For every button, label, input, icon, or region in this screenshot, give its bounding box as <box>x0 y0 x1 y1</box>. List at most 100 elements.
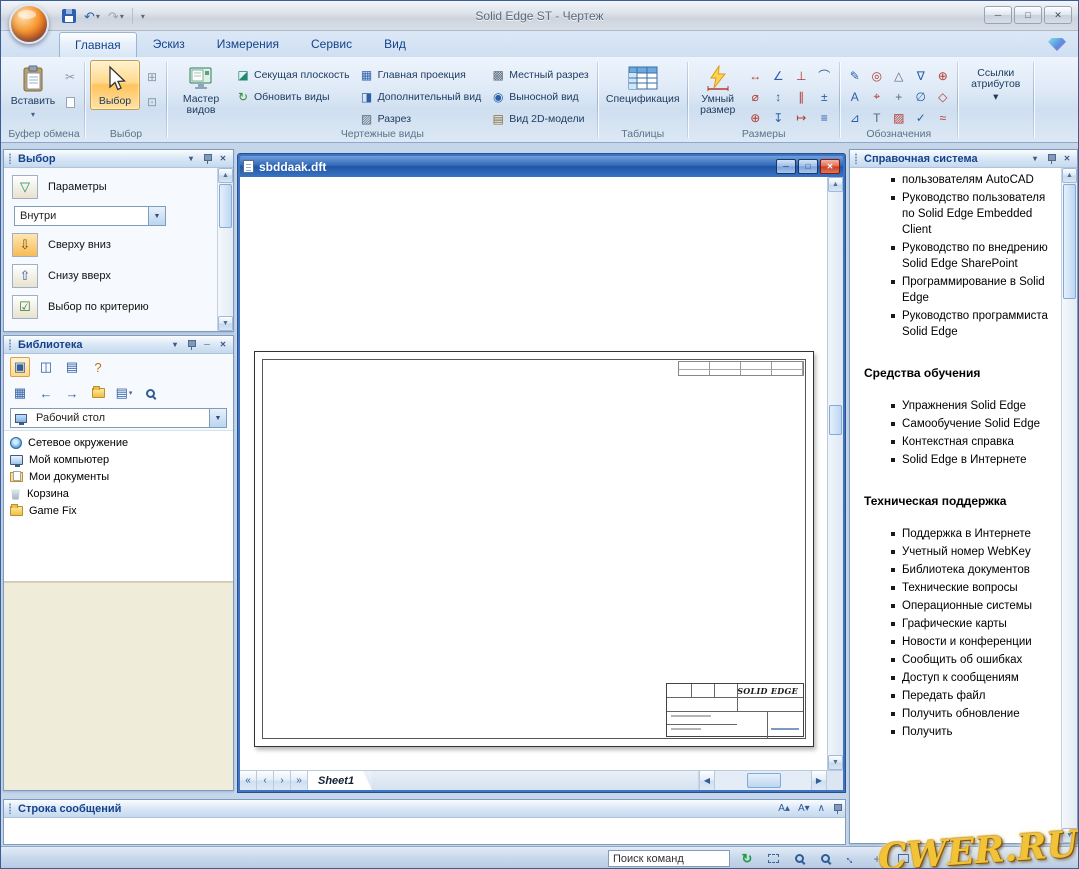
auxiliary-view-button[interactable]: ◨ Дополнительный вид <box>356 86 486 107</box>
ribbon-tab[interactable]: Измерения <box>201 31 295 57</box>
scroll-right-icon[interactable] <box>811 771 827 790</box>
edge-symbol-icon[interactable]: ⊿ <box>845 108 865 127</box>
maximize-button[interactable] <box>1014 6 1042 24</box>
collapse-icon[interactable] <box>818 803 825 814</box>
datum-dimension-icon[interactable]: ↦ <box>791 108 812 127</box>
window-view-icon[interactable] <box>894 850 912 868</box>
area-select-icon[interactable] <box>764 850 782 868</box>
symbol-icon[interactable]: ✓ <box>911 108 931 127</box>
scroll-down-icon[interactable] <box>828 755 843 770</box>
document-horizontal-scrollbar[interactable] <box>699 771 827 790</box>
smart-dimension-button[interactable]: Умный размер <box>693 60 743 119</box>
bolt-circle-icon[interactable]: ◇ <box>933 87 953 106</box>
help-link[interactable]: пользователям AutoCAD <box>890 172 1059 188</box>
stacked-dimension-icon[interactable]: ≡ <box>814 108 835 127</box>
help-link[interactable]: Передать файл <box>890 688 1059 704</box>
bom-table-button[interactable]: Спецификация <box>603 60 683 108</box>
help-link[interactable]: Сообщить об ошибках <box>890 652 1059 668</box>
close-button[interactable] <box>1044 6 1072 24</box>
previous-sheet-button[interactable] <box>257 771 274 790</box>
panel-grip[interactable] <box>854 153 859 164</box>
command-search-go-icon[interactable] <box>738 850 756 868</box>
fit-view-icon[interactable] <box>842 850 860 868</box>
feature-control-frame-icon[interactable]: ⊕ <box>933 66 953 85</box>
panel-grip[interactable] <box>8 803 13 814</box>
ribbon-tab[interactable]: Главная <box>59 32 137 57</box>
document-maximize-button[interactable] <box>798 159 818 174</box>
help-panel-header[interactable]: Справочная система <box>850 150 1077 168</box>
scroll-up-icon[interactable] <box>218 168 233 183</box>
cutting-plane-button[interactable]: ◪ Секущая плоскость <box>232 64 354 85</box>
chamfer-dimension-icon[interactable]: ∥ <box>791 87 812 106</box>
text-icon[interactable]: Т <box>867 108 887 127</box>
zoom-icon[interactable] <box>816 850 834 868</box>
center-mark-icon[interactable]: + <box>889 87 909 106</box>
library-window-button[interactable] <box>36 357 56 377</box>
help-link[interactable]: Самообучение Solid Edge <box>890 416 1059 432</box>
help-link[interactable]: Поддержка в Интернете <box>890 526 1059 542</box>
datum-frame-icon[interactable]: A <box>845 87 865 106</box>
distance-between-icon[interactable]: ↔ <box>745 66 766 85</box>
paste-button[interactable]: Вставить <box>8 60 58 122</box>
2d-model-view-button[interactable]: ▤ Вид 2D-модели <box>487 108 593 129</box>
help-link[interactable]: Графические карты <box>890 616 1059 632</box>
zoom-area-icon[interactable] <box>790 850 808 868</box>
parameters-button[interactable]: Параметры <box>12 175 215 199</box>
search-button[interactable] <box>140 383 160 403</box>
coordinate-dimension-icon[interactable]: ⊥ <box>791 66 812 85</box>
forward-button[interactable] <box>62 383 82 403</box>
help-link[interactable]: Руководство пользователя по Solid Edge E… <box>890 190 1059 238</box>
library-home-button[interactable] <box>10 357 30 377</box>
help-link[interactable]: Руководство по внедрению Solid Edge Shar… <box>890 240 1059 272</box>
panel-grip[interactable] <box>8 339 13 350</box>
pin-button[interactable] <box>200 152 214 165</box>
centerline-icon[interactable]: ∅ <box>911 87 931 106</box>
document-close-button[interactable] <box>820 159 840 174</box>
select-panel-header[interactable]: Выбор <box>4 150 233 168</box>
origin-dimension-icon[interactable]: ⊕ <box>745 108 766 127</box>
help-link[interactable]: Учетный номер WebKey <box>890 544 1059 560</box>
library-item[interactable]: Сетевое окружение <box>4 434 233 451</box>
panel-menu-icon[interactable] <box>184 152 198 165</box>
symmetric-dimension-icon[interactable]: ↕ <box>768 87 789 106</box>
paste-dropdown-icon[interactable] <box>31 110 35 119</box>
library-panel-header[interactable]: Библиотека <box>4 336 233 354</box>
angular-coordinate-icon[interactable]: ⌒ <box>814 66 835 85</box>
library-item[interactable]: Корзина <box>4 485 233 502</box>
library-item[interactable]: Мои документы <box>4 468 233 485</box>
scroll-thumb[interactable] <box>1063 184 1076 299</box>
callout-icon[interactable]: ✎ <box>845 66 865 85</box>
panel-close-icon[interactable] <box>216 338 230 351</box>
leader-dimension-icon[interactable]: ↧ <box>768 108 789 127</box>
pin-button[interactable] <box>184 338 198 351</box>
ribbon-tab[interactable]: Вид <box>368 31 422 57</box>
scroll-thumb[interactable] <box>747 773 781 788</box>
panel-menu-icon[interactable] <box>168 338 182 351</box>
help-link[interactable]: Получить обновление <box>890 706 1059 722</box>
select-panel-scrollbar[interactable] <box>217 168 233 331</box>
scroll-down-icon[interactable] <box>1062 828 1077 843</box>
library-help-button[interactable] <box>88 357 108 377</box>
panel-close-icon[interactable] <box>1060 152 1074 165</box>
select-options-icon[interactable]: ⊡ <box>142 92 162 112</box>
first-sheet-button[interactable] <box>240 771 257 790</box>
sheet-tab-sheet1[interactable]: Sheet1 <box>308 771 372 790</box>
cut-button[interactable] <box>60 67 80 87</box>
tolerance-dimension-icon[interactable]: ± <box>814 87 835 106</box>
library-item[interactable]: Game Fix <box>4 502 233 519</box>
copy-button[interactable] <box>60 92 80 112</box>
library-shelf-button[interactable] <box>62 357 82 377</box>
section-view-button[interactable]: ▨ Разрез <box>356 108 486 129</box>
help-link[interactable]: Руководство программиста Solid Edge <box>890 308 1059 340</box>
new-folder-button[interactable] <box>88 383 108 403</box>
library-item[interactable]: Мой компьютер <box>4 451 233 468</box>
document-minimize-button[interactable] <box>776 159 796 174</box>
balloon-icon[interactable]: ◎ <box>867 66 887 85</box>
fence-select-icon[interactable]: ⊞ <box>142 67 162 87</box>
font-decrease-icon[interactable] <box>798 803 810 814</box>
datum-target-icon[interactable]: ⌖ <box>867 87 887 106</box>
help-link[interactable]: Получить <box>890 724 1059 740</box>
help-panel-scrollbar[interactable] <box>1061 168 1077 843</box>
select-mode-dropdown[interactable]: Внутри <box>14 206 166 226</box>
attribute-links-button[interactable]: Ссылки атрибутов <box>963 60 1029 111</box>
